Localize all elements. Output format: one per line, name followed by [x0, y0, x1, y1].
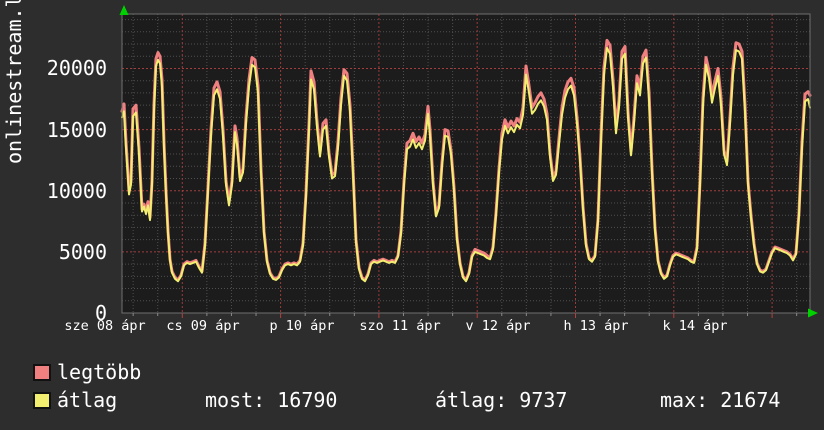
stat-most: most: 16790 — [205, 390, 337, 410]
stat-atlag: átlag: 9737 — [435, 390, 567, 410]
stat-max: max: 21674 — [660, 390, 780, 410]
legend-swatch-atlag — [33, 392, 51, 409]
y-tick-label-15000: 15000 — [30, 120, 107, 140]
x-day-label: k 14 ápr — [595, 319, 795, 333]
y-tick-label-20000: 20000 — [30, 58, 107, 78]
x-axis-arrow-icon — [808, 309, 818, 318]
y-axis-arrow-icon — [120, 5, 129, 15]
legend-swatch-legtobb — [33, 364, 51, 381]
graph-canvas: onlinestream.live 05000100001500020000 s… — [0, 0, 824, 430]
legend-label-atlag: átlag — [57, 390, 117, 410]
y-tick-label-5000: 5000 — [30, 242, 107, 262]
y-tick-label-10000: 10000 — [30, 181, 107, 201]
legend-label-legtobb: legtöbb — [57, 362, 141, 382]
